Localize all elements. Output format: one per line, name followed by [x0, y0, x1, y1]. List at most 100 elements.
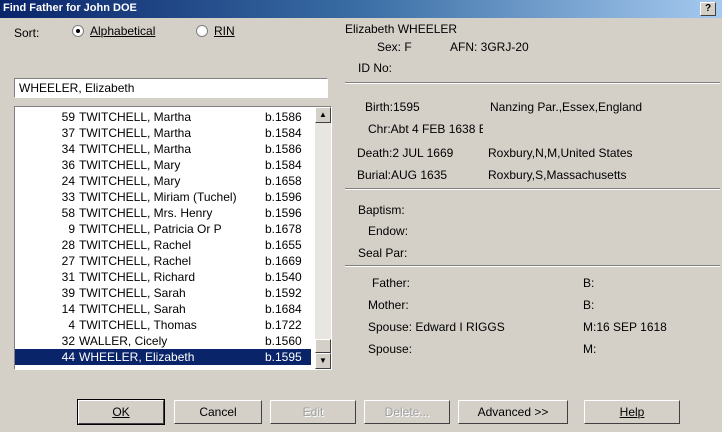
edit-button[interactable]: Edit [270, 400, 356, 424]
list-item-rin: 36 [61, 158, 75, 172]
list-item-name: TWITCHELL, Miriam (Tuchel) [79, 190, 237, 204]
burial-field: Burial:AUG 1635 [357, 168, 448, 182]
list-item-name: TWITCHELL, Martha [79, 126, 192, 140]
divider [345, 188, 720, 190]
list-item-name: TWITCHELL, Rachel [79, 238, 192, 252]
seal-parents-field: Seal Par: [358, 246, 408, 260]
list-item[interactable]: 24 TWITCHELL, Mary b.1658 [15, 173, 311, 189]
list-item-birth: b.1584 [265, 158, 302, 172]
list-item-name: TWITCHELL, Mary [79, 158, 181, 172]
list-item-rin: 37 [61, 126, 75, 140]
person-name: Elizabeth WHEELER [345, 22, 458, 36]
mother-field: Mother: [368, 298, 409, 312]
sort-rin-label: RIN [214, 24, 235, 38]
scroll-down-button[interactable]: ▼ [315, 353, 331, 369]
scroll-up-button[interactable]: ▲ [315, 107, 331, 123]
death-field: Death:2 JUL 1669 [357, 146, 454, 160]
spouse-field: Spouse: Edward I RIGGS [368, 320, 505, 334]
help-icon[interactable]: ? [700, 2, 716, 16]
divider [345, 82, 720, 84]
list-item-rin: 39 [61, 286, 75, 300]
list-item-birth: b.1655 [265, 238, 302, 252]
list-item-name: TWITCHELL, Mrs. Henry [79, 206, 213, 220]
window-title: Find Father for John DOE [3, 2, 137, 14]
sort-label: Sort: [14, 26, 40, 40]
spouse-field: Spouse: [368, 342, 413, 356]
list-item-birth: b.1584 [265, 126, 302, 140]
list-item[interactable]: 58 TWITCHELL, Mrs. Henry b.1596 [15, 205, 311, 221]
cancel-button[interactable]: Cancel [174, 400, 262, 424]
list-item-birth: b.1540 [265, 270, 302, 284]
list-item[interactable]: 9 TWITCHELL, Patricia Or P b.1678 [15, 221, 311, 237]
list-item-name: TWITCHELL, Rachel [79, 254, 192, 268]
sort-alphabetical-radio[interactable]: Alphabetical [72, 24, 155, 38]
delete-button[interactable]: Delete... [364, 400, 450, 424]
list-item[interactable]: 36 TWITCHELL, Mary b.1584 [15, 157, 311, 173]
birth-field: Birth:1595 [365, 100, 420, 114]
list-item-name: TWITCHELL, Mary [79, 174, 181, 188]
list-item[interactable]: 4 TWITCHELL, Thomas b.1722 [15, 317, 311, 333]
spouse-marriage: M: [583, 342, 597, 356]
list-item[interactable]: 39 TWITCHELL, Sarah b.1592 [15, 285, 311, 301]
scroll-thumb[interactable] [315, 339, 331, 353]
list-item[interactable]: 32 WALLER, Cicely b.1560 [15, 333, 311, 349]
list-item-birth: b.1722 [265, 318, 302, 332]
list-item-rin: 44 [61, 350, 75, 364]
death-place: Roxbury,N,M,United States [488, 146, 633, 160]
afn-field: AFN: 3GRJ-20 [450, 40, 529, 54]
mother-birth: B: [583, 298, 595, 312]
list-item-rin: 27 [61, 254, 75, 268]
father-birth: B: [583, 276, 595, 290]
list-item-birth: b.1678 [265, 222, 302, 236]
list-item-birth: b.1596 [265, 206, 302, 220]
ok-button-label: OK [112, 405, 130, 419]
help-button-label: Help [619, 405, 645, 419]
spouse-marriage: M:16 SEP 1618 [583, 320, 667, 334]
list-item-rin: 33 [61, 190, 75, 204]
advanced-button[interactable]: Advanced >> [458, 400, 568, 424]
list-item-rin: 34 [61, 142, 75, 156]
list-item[interactable]: 59 TWITCHELL, Martha b.1586 [15, 109, 311, 125]
help-button[interactable]: Help [584, 400, 680, 424]
list-item[interactable]: 44 WHEELER, Elizabeth b.1595 [15, 349, 311, 365]
search-input[interactable]: WHEELER, Elizabeth [14, 78, 328, 98]
list-item-birth: b.1658 [265, 174, 302, 188]
list-item-rin: 4 [68, 318, 75, 332]
sort-alphabetical-label: Alphabetical [90, 24, 156, 38]
list-item-birth: b.1596 [265, 190, 302, 204]
list-item-name: TWITCHELL, Martha [79, 110, 192, 124]
person-list[interactable]: 59 TWITCHELL, Martha b.1586 37 TWITCHELL, Ma… [14, 106, 332, 370]
radio-unselected-icon [196, 25, 208, 37]
list-item-rin: 59 [61, 110, 75, 124]
list-item[interactable]: 37 TWITCHELL, Martha b.1584 [15, 125, 311, 141]
burial-place: Roxbury,S,Massachusetts [488, 168, 627, 182]
baptism-field: Baptism: [358, 203, 405, 217]
id-no-field: ID No: [358, 61, 393, 75]
list-item-rin: 32 [61, 334, 75, 348]
list-item-birth: b.1586 [265, 142, 302, 156]
list-item-rin: 31 [61, 270, 75, 284]
list-item[interactable]: 31 TWITCHELL, Richard b.1540 [15, 269, 311, 285]
ok-button[interactable]: OK [77, 399, 165, 425]
sex-field: Sex: F [377, 40, 412, 54]
list-item[interactable]: 34 TWITCHELL, Martha b.1586 [15, 141, 311, 157]
list-item-rin: 9 [68, 222, 75, 236]
radio-selected-icon [72, 25, 84, 37]
list-item-name: WALLER, Cicely [79, 334, 168, 348]
endowment-field: Endow: [368, 224, 409, 238]
list-item-name: TWITCHELL, Thomas [79, 318, 197, 332]
father-field: Father: [372, 276, 411, 290]
list-item-name: TWITCHELL, Patricia Or P [79, 222, 222, 236]
list-item-birth: b.1560 [265, 334, 302, 348]
list-item[interactable]: 14 TWITCHELL, Sarah b.1684 [15, 301, 311, 317]
birth-place: Nanzing Par.,Essex,England [490, 100, 643, 114]
list-item-birth: b.1669 [265, 254, 302, 268]
list-item[interactable]: 33 TWITCHELL, Miriam (Tuchel) b.1596 [15, 189, 311, 205]
find-father-dialog: Sort: Alphabetical RIN WHEELER, Elizabet… [0, 18, 722, 432]
list-item[interactable]: 28 TWITCHELL, Rachel b.1655 [15, 237, 311, 253]
list-scrollbar[interactable]: ▲ ▼ [315, 107, 331, 369]
list-item-birth: b.1595 [265, 350, 302, 364]
list-item-rin: 58 [61, 206, 75, 220]
sort-rin-radio[interactable]: RIN [196, 24, 235, 38]
list-item[interactable]: 27 TWITCHELL, Rachel b.1669 [15, 253, 311, 269]
